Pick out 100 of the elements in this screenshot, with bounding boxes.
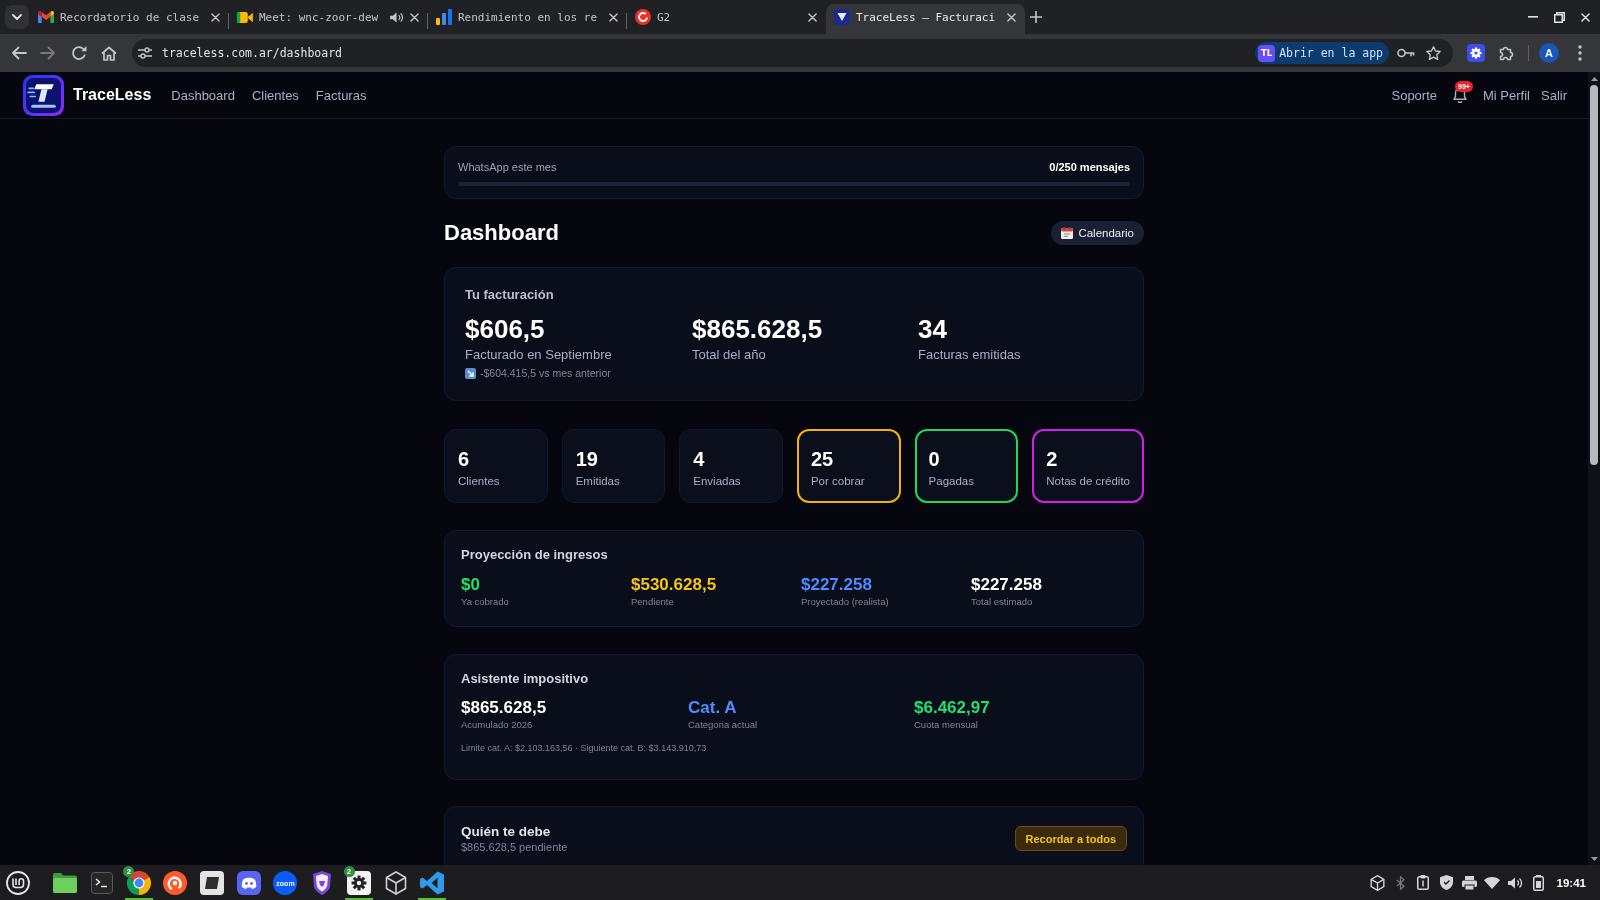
metric-label: Acumulado 2026 (461, 719, 534, 731)
window-count: 2 (123, 866, 135, 877)
stat-card[interactable]: 6 Clientes (444, 429, 548, 503)
forward-icon[interactable] (40, 46, 56, 60)
stat-value: 4 (693, 447, 706, 471)
nav-link[interactable]: Clientes (251, 87, 299, 103)
metric-label: Categoria actual (688, 719, 759, 731)
address-bar[interactable]: traceless.com.ar/dashboard TL Abrir en la app (132, 39, 1453, 67)
browser-tab[interactable]: G2 (627, 4, 826, 34)
shield-icon[interactable] (1439, 875, 1453, 890)
arrow-up-icon[interactable] (1590, 77, 1598, 81)
calendar-icon (1061, 227, 1074, 239)
bar-chart-icon (436, 9, 452, 25)
close-icon[interactable] (211, 12, 220, 22)
close-icon[interactable] (1581, 12, 1590, 22)
folder-icon[interactable] (53, 873, 78, 893)
gear-icon[interactable] (346, 871, 371, 895)
sliders-icon[interactable] (138, 47, 152, 59)
stat-card[interactable]: 0 Pagadas (914, 429, 1019, 503)
metric-value: $865.628,5 (692, 314, 824, 344)
metric-label: Facturado en Septiembre (465, 347, 613, 363)
stat-card[interactable]: 19 Emitidas (561, 429, 666, 503)
stat-card[interactable]: 2 Notas de crédito (1032, 429, 1144, 503)
browser-tab[interactable]: TraceLess — Facturaci (826, 4, 1025, 34)
metric-value: $227.258 (801, 575, 873, 595)
window-icon[interactable] (200, 871, 225, 895)
cube-icon[interactable] (1369, 874, 1385, 891)
browser-icon[interactable] (126, 871, 151, 895)
trend-down-icon (465, 367, 476, 379)
plus-icon[interactable] (1030, 11, 1042, 23)
puzzle-icon[interactable] (1499, 45, 1515, 61)
wifi-icon[interactable] (1484, 876, 1501, 889)
scrollbar-thumb[interactable] (1590, 85, 1598, 465)
clipboard-icon[interactable] (1417, 875, 1430, 890)
card-title: Asistente impositivo (461, 671, 590, 687)
close-icon[interactable] (1007, 12, 1016, 22)
stat-value: 19 (575, 447, 599, 471)
metric-label: Ya cobrado (461, 596, 510, 608)
calendar-button[interactable]: Calendario (1051, 221, 1144, 245)
limit-note: Limite cat. A: $2.103.163,56 · Siguiente cat. B: $3.143.910,73 (461, 742, 708, 754)
open-in-app-button[interactable]: TL Abrir en la app (1255, 42, 1389, 64)
stat-card[interactable]: 25 Por cobrar (796, 429, 901, 503)
remind-all-button[interactable]: Recordar a todos (1014, 826, 1127, 851)
printer-icon[interactable] (1461, 875, 1477, 890)
cube-icon[interactable] (384, 871, 407, 895)
metric-value: 34 (918, 314, 948, 344)
bluetooth-icon[interactable] (1395, 875, 1405, 890)
restore-icon[interactable] (1554, 11, 1565, 23)
stat-label: Clientes (458, 474, 501, 489)
volume-icon[interactable] (1507, 876, 1523, 889)
controller-icon[interactable] (236, 871, 261, 895)
metric-value: $606,5 (465, 314, 546, 344)
ribbon-icon[interactable] (420, 871, 445, 895)
nav-link[interactable]: Facturas (315, 87, 367, 103)
stat-value: 2 (1046, 447, 1059, 471)
battery-icon[interactable] (1532, 874, 1544, 891)
close-icon[interactable] (808, 12, 817, 22)
card-title: Quién te debe (461, 823, 552, 840)
video-camera-icon (237, 11, 253, 23)
metric-label: Proyectado (realista) (801, 596, 890, 608)
metric-value: $0 (461, 575, 481, 595)
back-icon[interactable] (11, 46, 27, 60)
nav-link[interactable]: Soporte (1391, 87, 1438, 103)
metric-value: $865.628,5 (461, 698, 548, 718)
arrow-down-icon[interactable] (1590, 857, 1598, 861)
stat-label: Notas de crédito (1046, 474, 1130, 489)
swirl-icon[interactable] (163, 871, 188, 895)
window-count: 2 (343, 866, 355, 877)
mail-icon (38, 11, 54, 23)
reload-icon[interactable] (71, 45, 87, 61)
scrollbar[interactable] (1588, 72, 1600, 865)
home-icon[interactable] (101, 45, 117, 61)
stat-card[interactable]: 4 Enviadas (679, 429, 783, 503)
start-menu-icon[interactable] (6, 870, 30, 895)
usage-label: WhatsApp este mes (458, 160, 557, 174)
stat-label: Por cobrar (810, 474, 866, 489)
close-icon[interactable] (609, 12, 618, 22)
terminal-icon[interactable] (91, 872, 114, 894)
stat-value: 0 (928, 447, 941, 471)
nav-link[interactable]: Mi Perfil (1483, 87, 1530, 103)
profile-button[interactable]: A (1539, 43, 1559, 63)
chevron-down-icon[interactable] (5, 5, 29, 29)
card-title: Proyección de ingresos (461, 547, 609, 563)
metric-value: $227.258 (971, 575, 1043, 595)
nav-link[interactable]: Salir (1541, 87, 1567, 103)
metric-label: Pendiente (631, 596, 675, 608)
gear-icon[interactable] (1467, 44, 1485, 62)
shield-icon[interactable] (311, 871, 334, 895)
brand-name: TraceLess (73, 86, 152, 104)
card-title: Tu facturación (465, 287, 555, 303)
nav-link[interactable]: Dashboard (171, 87, 235, 103)
pending-amount: $865.628,5 pendiente (461, 840, 568, 854)
key-icon[interactable] (1397, 48, 1415, 58)
logo-icon[interactable] (23, 74, 64, 116)
speaker-icon[interactable] (390, 11, 403, 23)
star-icon[interactable] (1426, 46, 1441, 60)
more-icon[interactable] (1578, 45, 1582, 61)
close-icon[interactable] (410, 12, 419, 22)
metric-value: $6.462,97 (914, 698, 991, 718)
app-logo-icon (834, 9, 850, 25)
